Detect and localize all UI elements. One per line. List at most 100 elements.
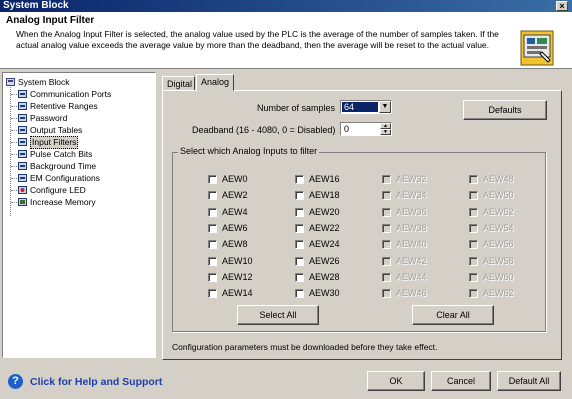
help-text[interactable]: Click for Help and Support (30, 376, 162, 388)
checkbox-label: AEW10 (222, 256, 253, 266)
tree-item-label: Configure LED (30, 185, 86, 195)
checkbox-label: AEW28 (309, 272, 340, 282)
tree-root-label: System Block (18, 77, 70, 87)
tree-item-label: Background Time (30, 161, 97, 171)
checkbox-label: AEW12 (222, 272, 253, 282)
checkbox-box (469, 240, 478, 249)
checkbox-box[interactable] (295, 175, 304, 184)
config-icon (18, 114, 27, 122)
system-block-tree[interactable]: System Block Communication Ports Retenti… (2, 72, 156, 358)
checkbox-box (469, 175, 478, 184)
config-icon (18, 150, 27, 158)
checkbox-box (469, 208, 478, 217)
checkbox-label: AEW60 (483, 272, 514, 282)
tree-item-label: EM Configurations (30, 173, 100, 183)
checkbox-label: AEW32 (396, 174, 427, 184)
checkbox-box[interactable] (295, 224, 304, 233)
checkbox-label: AEW42 (396, 256, 427, 266)
led-icon (18, 186, 27, 194)
checkbox-label: AEW56 (483, 239, 514, 249)
select-all-button[interactable]: Select All (237, 305, 319, 325)
tree-item-label-selected: Input Filters (30, 136, 79, 149)
window-titlebar: System Block × (0, 0, 572, 12)
tree-item-label: Password (30, 113, 68, 123)
checkbox-label: AEW26 (309, 256, 340, 266)
ok-button[interactable]: OK (367, 371, 425, 391)
checkbox-label: AEW8 (222, 239, 248, 249)
checkbox-box (469, 224, 478, 233)
checkbox-label: AEW22 (309, 223, 340, 233)
clear-all-button[interactable]: Clear All (412, 305, 494, 325)
checkbox-label: AEW2 (222, 190, 248, 200)
checkbox-box (382, 208, 391, 217)
checkbox-label: AEW54 (483, 223, 514, 233)
checkbox-box (469, 191, 478, 200)
checkbox-box[interactable] (295, 240, 304, 249)
tab-analog[interactable]: Analog (196, 74, 234, 91)
checkbox-label: AEW14 (222, 288, 253, 298)
memory-icon (18, 198, 27, 206)
checkbox-label: AEW34 (396, 190, 427, 200)
checkbox-label: AEW44 (396, 272, 427, 282)
checkbox-box[interactable] (208, 257, 217, 266)
deadband-spinner[interactable]: 0 ▲ ▼ (340, 122, 392, 136)
analog-filter-icon (520, 30, 554, 66)
checkbox-box (469, 257, 478, 266)
checkbox-box (382, 240, 391, 249)
default-all-button[interactable]: Default All (497, 371, 561, 391)
checkbox-label: AEW4 (222, 207, 248, 217)
spin-down-icon[interactable]: ▼ (380, 129, 391, 135)
checkbox-label: AEW16 (309, 174, 340, 184)
cancel-button[interactable]: Cancel (431, 371, 491, 391)
checkbox-box (382, 273, 391, 282)
checkbox-label: AEW20 (309, 207, 340, 217)
close-icon[interactable]: × (556, 1, 568, 11)
checkbox-label: AEW36 (396, 207, 427, 217)
checkbox-box[interactable] (208, 240, 217, 249)
samples-label: Number of samples (257, 103, 336, 113)
checkbox-box[interactable] (208, 191, 217, 200)
tree-item-label: Retentive Ranges (30, 101, 98, 111)
checkbox-box[interactable] (208, 224, 217, 233)
checkbox-box[interactable] (208, 289, 217, 298)
deadband-value: 0 (344, 124, 350, 134)
tree-item-label: Communication Ports (30, 89, 112, 99)
system-block-icon (6, 78, 15, 86)
chevron-down-icon[interactable]: ▼ (379, 101, 391, 113)
help-icon[interactable]: ? (8, 374, 23, 389)
config-icon (18, 174, 27, 182)
config-icon (18, 102, 27, 110)
checkbox-box (469, 289, 478, 298)
checkbox-label: AEW0 (222, 174, 248, 184)
checkbox-box[interactable] (295, 257, 304, 266)
download-note: Configuration parameters must be downloa… (172, 342, 438, 352)
defaults-button[interactable]: Defaults (463, 100, 547, 120)
checkbox-box (382, 224, 391, 233)
checkbox-box[interactable] (295, 208, 304, 217)
checkbox-box (382, 175, 391, 184)
tree-item-label: Increase Memory (30, 197, 96, 207)
checkbox-box[interactable] (295, 191, 304, 200)
checkbox-box[interactable] (295, 273, 304, 282)
config-icon (18, 162, 27, 170)
spin-buttons: ▲ ▼ (380, 123, 391, 135)
checkbox-label: AEW18 (309, 190, 340, 200)
samples-value: 64 (342, 102, 378, 112)
header-title: Analog Input Filter (6, 15, 95, 26)
checkbox-label: AEW58 (483, 256, 514, 266)
checkbox-box[interactable] (208, 208, 217, 217)
checkbox-box (382, 289, 391, 298)
header-panel: Analog Input Filter When the Analog Inpu… (0, 12, 572, 69)
checkbox-box[interactable] (208, 273, 217, 282)
checkbox-box[interactable] (295, 289, 304, 298)
group-title: Select which Analog Inputs to filter (178, 146, 320, 156)
config-icon (18, 126, 27, 134)
tab-digital[interactable]: Digital (162, 76, 195, 91)
config-icon (18, 138, 27, 146)
samples-dropdown[interactable]: 64 ▼ (340, 100, 392, 114)
config-icon (18, 90, 27, 98)
checkbox-box[interactable] (208, 175, 217, 184)
header-description: When the Analog Input Filter is selected… (16, 29, 499, 50)
checkbox-label: AEW48 (483, 174, 514, 184)
checkbox-label: AEW38 (396, 223, 427, 233)
